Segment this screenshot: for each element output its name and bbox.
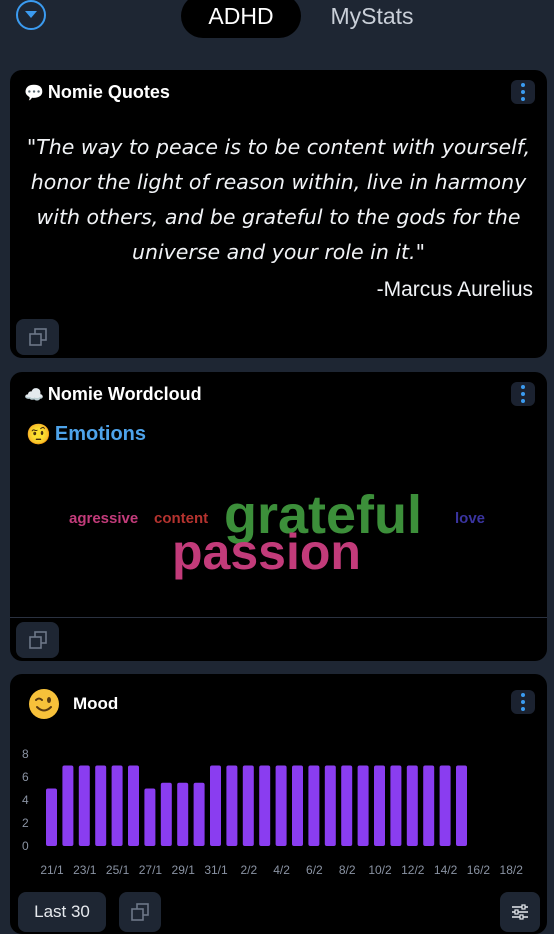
y-tick-label: 4 [22,793,29,807]
chart-bar[interactable] [308,765,320,847]
chart-bar[interactable] [242,765,254,847]
mood-chart: 8 6 4 2 0 21/1 23/1 25/1 27/1 29/1 31/1 2/2 4/2 6/2 8/… [10,734,547,894]
x-tick-label: 31/1 [204,863,228,877]
more-options-icon[interactable] [511,382,535,406]
mood-card: Mood 8 6 4 2 0 21/1 23/1 25/1 27/1 29/1 31/1 2/2 4/2… [10,674,547,934]
chart-bar[interactable] [46,788,57,847]
chevron-down-circle-icon[interactable] [16,0,46,30]
chart-bar[interactable] [357,765,369,847]
x-tick-label: 2/2 [240,863,257,877]
card-title: ☁️ Nomie Wordcloud [24,384,202,405]
mood-title: Mood [73,694,119,713]
x-tick-label: 14/2 [434,863,458,877]
divider [10,617,547,618]
cloud-icon: ☁️ [24,386,44,404]
chart-bar[interactable] [226,765,238,847]
x-tick-label: 10/2 [368,863,392,877]
word[interactable]: agressive [69,510,138,527]
y-tick-label: 6 [22,770,29,784]
wordcloud-card: ☁️ Nomie Wordcloud 🤨 Emotions agressive … [10,372,547,661]
y-tick-label: 8 [22,747,29,761]
tab-adhd[interactable]: ADHD [181,0,301,38]
speech-bubble-icon: 💬 [24,84,44,102]
chart-bar[interactable] [259,765,271,847]
quotes-title: Nomie Quotes [47,82,170,102]
chart-bar[interactable] [128,765,139,847]
x-tick-label: 27/1 [139,863,163,877]
card-title: 💬 Nomie Quotes [24,82,170,103]
wordcloud: agressive content grateful love passion [10,452,547,616]
quotes-card: 💬 Nomie Quotes "The way to peace is to b… [10,70,547,358]
mood-bar-chart: 8 6 4 2 0 21/1 23/1 25/1 27/1 29/1 31/1 2/2 4/2 6/2 8/… [22,747,524,877]
y-tick-label: 0 [22,839,29,853]
chart-bar[interactable] [374,765,385,847]
expand-button[interactable] [119,892,161,932]
emotions-label: Emotions [54,423,147,445]
x-tick-label: 18/2 [500,863,524,877]
expand-button[interactable] [16,319,59,355]
chart-bar[interactable] [177,782,189,846]
expand-icon [131,903,149,921]
word[interactable]: love [455,510,485,527]
expand-icon [28,328,47,346]
chart-bar[interactable] [324,765,336,847]
wordcloud-title: Nomie Wordcloud [47,384,202,404]
settings-sliders-icon[interactable] [500,892,540,932]
chart-bar[interactable] [95,765,107,847]
top-bar: ADHD MyStats [0,0,554,60]
chart-bar[interactable] [275,765,287,847]
x-tick-label: 23/1 [73,863,97,877]
chart-bar[interactable] [439,765,451,847]
chart-bar[interactable] [62,765,74,847]
x-tick-label: 29/1 [172,863,196,877]
range-button[interactable]: Last 30 [18,892,106,932]
more-options-icon[interactable] [511,80,535,104]
chart-bar[interactable] [78,765,90,847]
chart-bar[interactable] [144,788,156,847]
chart-bar[interactable] [292,765,303,847]
face-with-raised-eyebrow-icon: 🤨 [26,424,51,446]
x-tick-label: 25/1 [106,863,130,877]
chart-bar[interactable] [423,765,435,847]
tab-mystats[interactable]: MyStats [312,0,432,38]
quote-text: "The way to peace is to be content with … [26,135,531,264]
chart-bar[interactable] [341,765,353,847]
chart-bar[interactable] [111,765,123,847]
more-options-icon[interactable] [511,690,535,714]
quote-author: -Marcus Aurelius [376,278,533,301]
wordcloud-subtitle: 🤨 Emotions [26,422,146,447]
x-tick-label: 16/2 [467,863,491,877]
word[interactable]: passion [172,524,361,580]
chart-bar[interactable] [160,782,172,846]
chart-bar[interactable] [193,782,205,846]
expand-button[interactable] [16,622,59,658]
x-tick-label: 21/1 [40,863,64,877]
chart-bar[interactable] [210,765,221,847]
chart-bar[interactable] [456,765,467,847]
x-tick-label: 6/2 [306,863,323,877]
expand-icon [28,631,47,649]
x-tick-label: 4/2 [273,863,290,877]
y-tick-label: 2 [22,816,29,830]
chart-bar[interactable] [406,765,418,847]
chart-bar[interactable] [390,765,402,847]
x-tick-label: 12/2 [401,863,425,877]
winking-face-icon [29,689,59,719]
x-tick-label: 8/2 [339,863,356,877]
